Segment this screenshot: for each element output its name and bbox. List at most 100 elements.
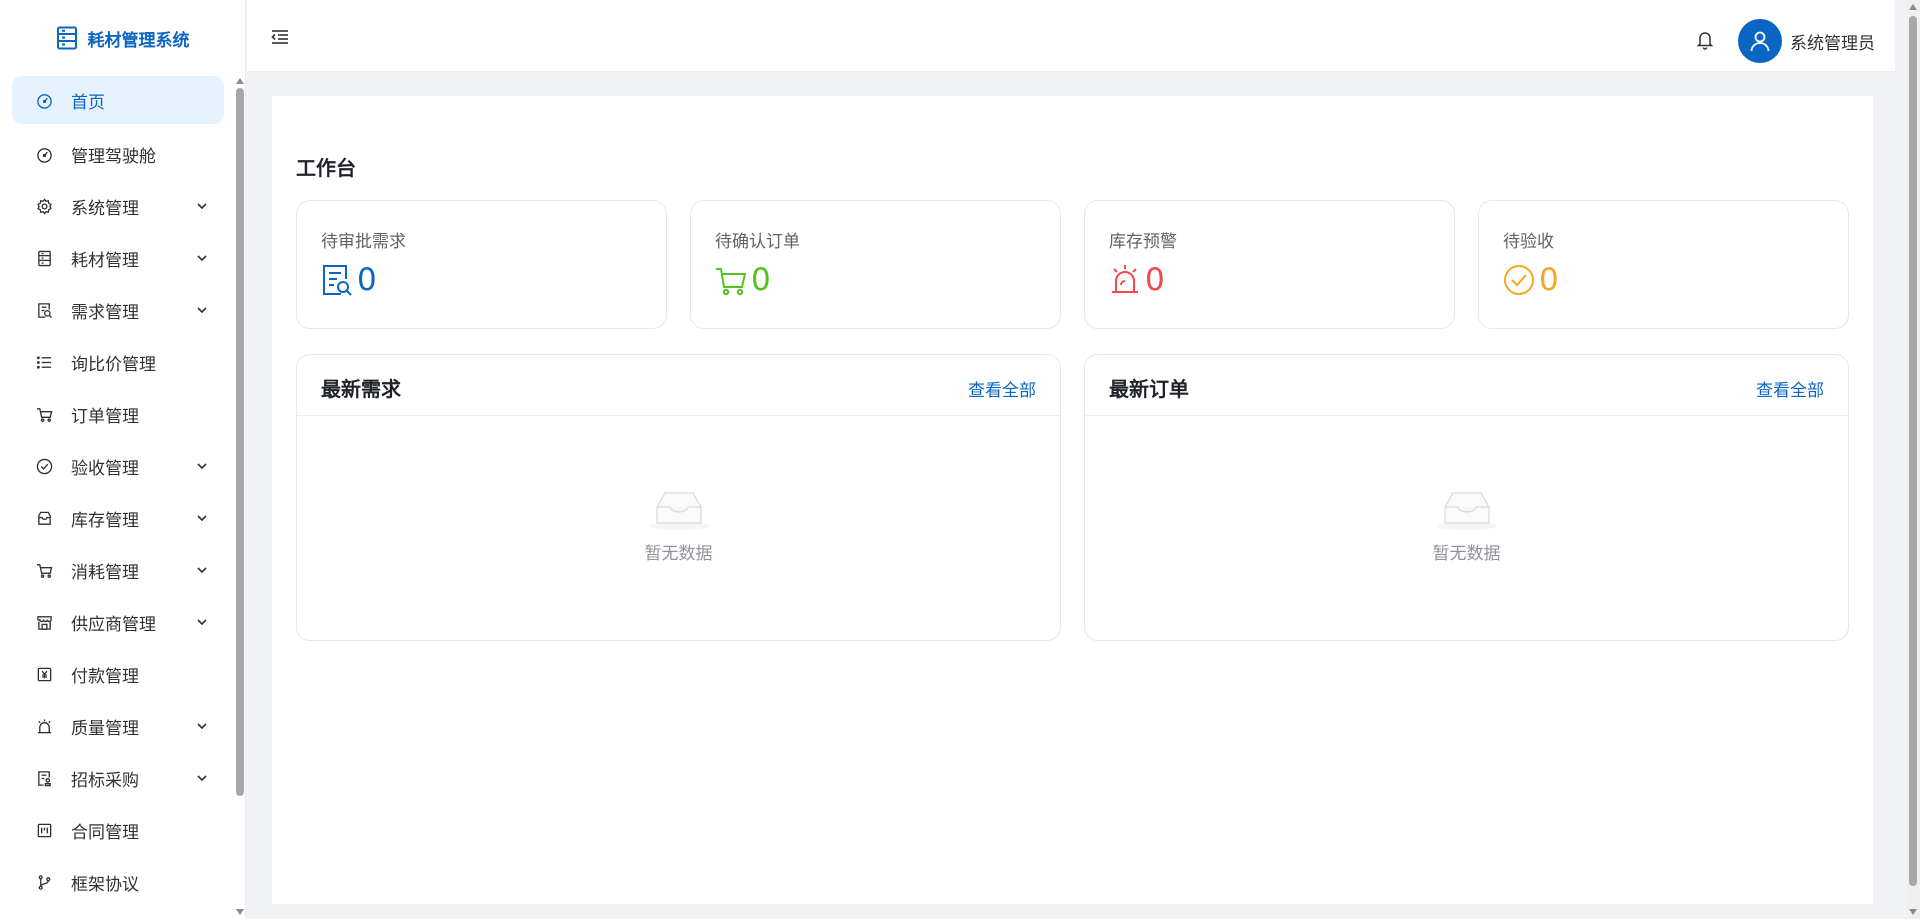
sidebar-scroll-thumb[interactable]: [236, 88, 244, 796]
branch-icon: [35, 873, 53, 891]
empty-inbox-icon: [648, 492, 709, 530]
cart-icon: [716, 268, 747, 296]
sidebar-item-16[interactable]: 框架协议: [0, 856, 236, 908]
sidebar-item-3[interactable]: 系统管理: [0, 180, 236, 232]
check-circle-icon: [1504, 265, 1534, 295]
document-icon: [35, 249, 53, 267]
sidebar-item-12[interactable]: 付款管理: [0, 648, 236, 700]
chevron-down-icon[interactable]: [196, 772, 208, 784]
search-doc-icon: [35, 301, 53, 319]
stat-label: 待审批需求: [321, 232, 406, 252]
sidebar-item-label: 质量管理: [71, 718, 139, 739]
alarm-icon: [35, 717, 53, 735]
scroll-up-arrow-icon[interactable]: [236, 78, 244, 84]
view-all-link[interactable]: 查看全部: [1756, 376, 1824, 401]
sidebar-item-10[interactable]: 消耗管理: [0, 544, 236, 596]
window-scroll-thumb[interactable]: [1909, 16, 1917, 886]
stat-value: 0: [1145, 262, 1165, 298]
stat-label: 待确认订单: [715, 232, 800, 252]
empty-text: 暂无数据: [1432, 544, 1501, 564]
sidebar-item-label: 付款管理: [71, 666, 139, 687]
sidebar-item-label: 消耗管理: [71, 562, 139, 583]
sidebar-item-7[interactable]: 订单管理: [0, 388, 236, 440]
dashboard-icon: [35, 91, 53, 109]
alarm-icon: [1112, 265, 1138, 293]
sidebar-item-14[interactable]: 招标采购: [0, 752, 236, 804]
stat-label: 待验收: [1503, 232, 1554, 252]
stat-card-pending-acceptance[interactable]: 待验收 0: [1478, 200, 1849, 329]
view-all-link[interactable]: 查看全部: [968, 376, 1036, 401]
user-name[interactable]: 系统管理员: [1790, 29, 1875, 54]
chevron-down-icon[interactable]: [196, 304, 208, 316]
empty-state: 暂无数据: [297, 487, 1060, 564]
stat-value: 0: [357, 262, 377, 298]
sidebar-item-label: 框架协议: [71, 874, 139, 895]
card-title: 最新需求: [321, 377, 401, 401]
check-circle-icon: [35, 457, 53, 475]
gear-icon: [35, 197, 53, 215]
chevron-down-icon[interactable]: [196, 512, 208, 524]
sidebar-item-6[interactable]: 询比价管理: [0, 336, 236, 388]
chevron-down-icon[interactable]: [196, 460, 208, 472]
chevron-down-icon[interactable]: [196, 616, 208, 628]
chevron-down-icon[interactable]: [196, 720, 208, 732]
collapse-menu-icon[interactable]: [271, 30, 289, 44]
sidebar-item-label: 库存管理: [71, 510, 139, 531]
window-scrollbar[interactable]: [1906, 0, 1920, 919]
window-scroll-down-icon[interactable]: [1909, 909, 1917, 915]
sidebar-item-label: 供应商管理: [71, 614, 156, 635]
sidebar-item-15[interactable]: 合同管理: [0, 804, 236, 856]
sidebar-item-label: 合同管理: [71, 822, 139, 843]
contract-icon: [35, 821, 53, 839]
empty-inbox-icon: [1436, 492, 1497, 530]
list-icon: [35, 353, 53, 371]
shop-icon: [35, 613, 53, 631]
scroll-down-arrow-icon[interactable]: [236, 909, 244, 915]
sidebar-item-label: 订单管理: [71, 406, 139, 427]
sidebar-item-label: 耗材管理: [71, 250, 139, 271]
sidebar-item-label: 需求管理: [71, 302, 139, 323]
top-header: 系统管理员: [247, 0, 1895, 72]
sidebar: 耗材管理系统 首页管理驾驶舱系统管理耗材管理需求管理询比价管理订单管理验收管理库…: [0, 0, 246, 919]
document-icon: [56, 26, 77, 50]
search-doc-icon: [323, 265, 352, 296]
sidebar-item-label: 系统管理: [71, 198, 139, 219]
sidebar-item-1[interactable]: 首页: [12, 76, 224, 124]
sidebar-item-11[interactable]: 供应商管理: [0, 596, 236, 648]
chevron-down-icon[interactable]: [196, 200, 208, 212]
brand-title: 耗材管理系统: [87, 30, 190, 51]
stat-card-pending-orders[interactable]: 待确认订单 0: [690, 200, 1061, 329]
stat-value: 0: [751, 262, 771, 298]
stamp-doc-icon: [35, 769, 53, 787]
sidebar-scrollbar[interactable]: [235, 76, 245, 919]
stat-label: 库存预警: [1109, 232, 1177, 252]
app-root: 耗材管理系统 首页 管理驾驶舱 系统管理 耗材管理 需求管理 询比价管理 订单管理 验收管理库…: [0, 0, 1920, 919]
card-title: 最新订单: [1109, 377, 1189, 401]
sidebar-item-9[interactable]: 库存管理: [0, 492, 236, 544]
payment-icon: [35, 665, 53, 683]
sidebar-item-4[interactable]: 耗材管理: [0, 232, 236, 284]
sidebar-item-13[interactable]: 质量管理: [0, 700, 236, 752]
window-scroll-up-icon[interactable]: [1909, 4, 1917, 10]
sidebar-menu: 首页管理驾驶舱系统管理耗材管理需求管理询比价管理订单管理验收管理库存管理消耗管理…: [0, 76, 236, 919]
sidebar-item-8[interactable]: 验收管理: [0, 440, 236, 492]
cart-icon: [35, 561, 53, 579]
sidebar-item-label: 验收管理: [71, 458, 139, 479]
chevron-down-icon[interactable]: [196, 564, 208, 576]
stat-card-pending-demands[interactable]: 待审批需求 0: [296, 200, 667, 329]
sidebar-item-label: 管理驾驶舱: [71, 146, 156, 167]
cart-icon: [35, 405, 53, 423]
sidebar-item-label: 询比价管理: [71, 354, 156, 375]
chevron-down-icon[interactable]: [196, 252, 208, 264]
avatar[interactable]: [1738, 19, 1782, 63]
sidebar-item-2[interactable]: 管理驾驶舱: [0, 128, 236, 180]
sidebar-item-label: 招标采购: [71, 770, 139, 791]
user-icon: [1750, 31, 1770, 52]
stat-card-stock-alert[interactable]: 库存预警 0: [1084, 200, 1455, 329]
latest-orders-card: 最新订单 查看全部 暂无数据: [1084, 354, 1849, 641]
empty-state: 暂无数据: [1085, 487, 1848, 564]
sidebar-item-5[interactable]: 需求管理: [0, 284, 236, 336]
dashboard-icon: [35, 145, 53, 163]
bell-icon[interactable]: [1696, 30, 1714, 50]
main-panel: 工作台 待审批需求 0 待确认订单 0 库存预警 0 待验收 0 最新需求 查看…: [272, 96, 1873, 904]
